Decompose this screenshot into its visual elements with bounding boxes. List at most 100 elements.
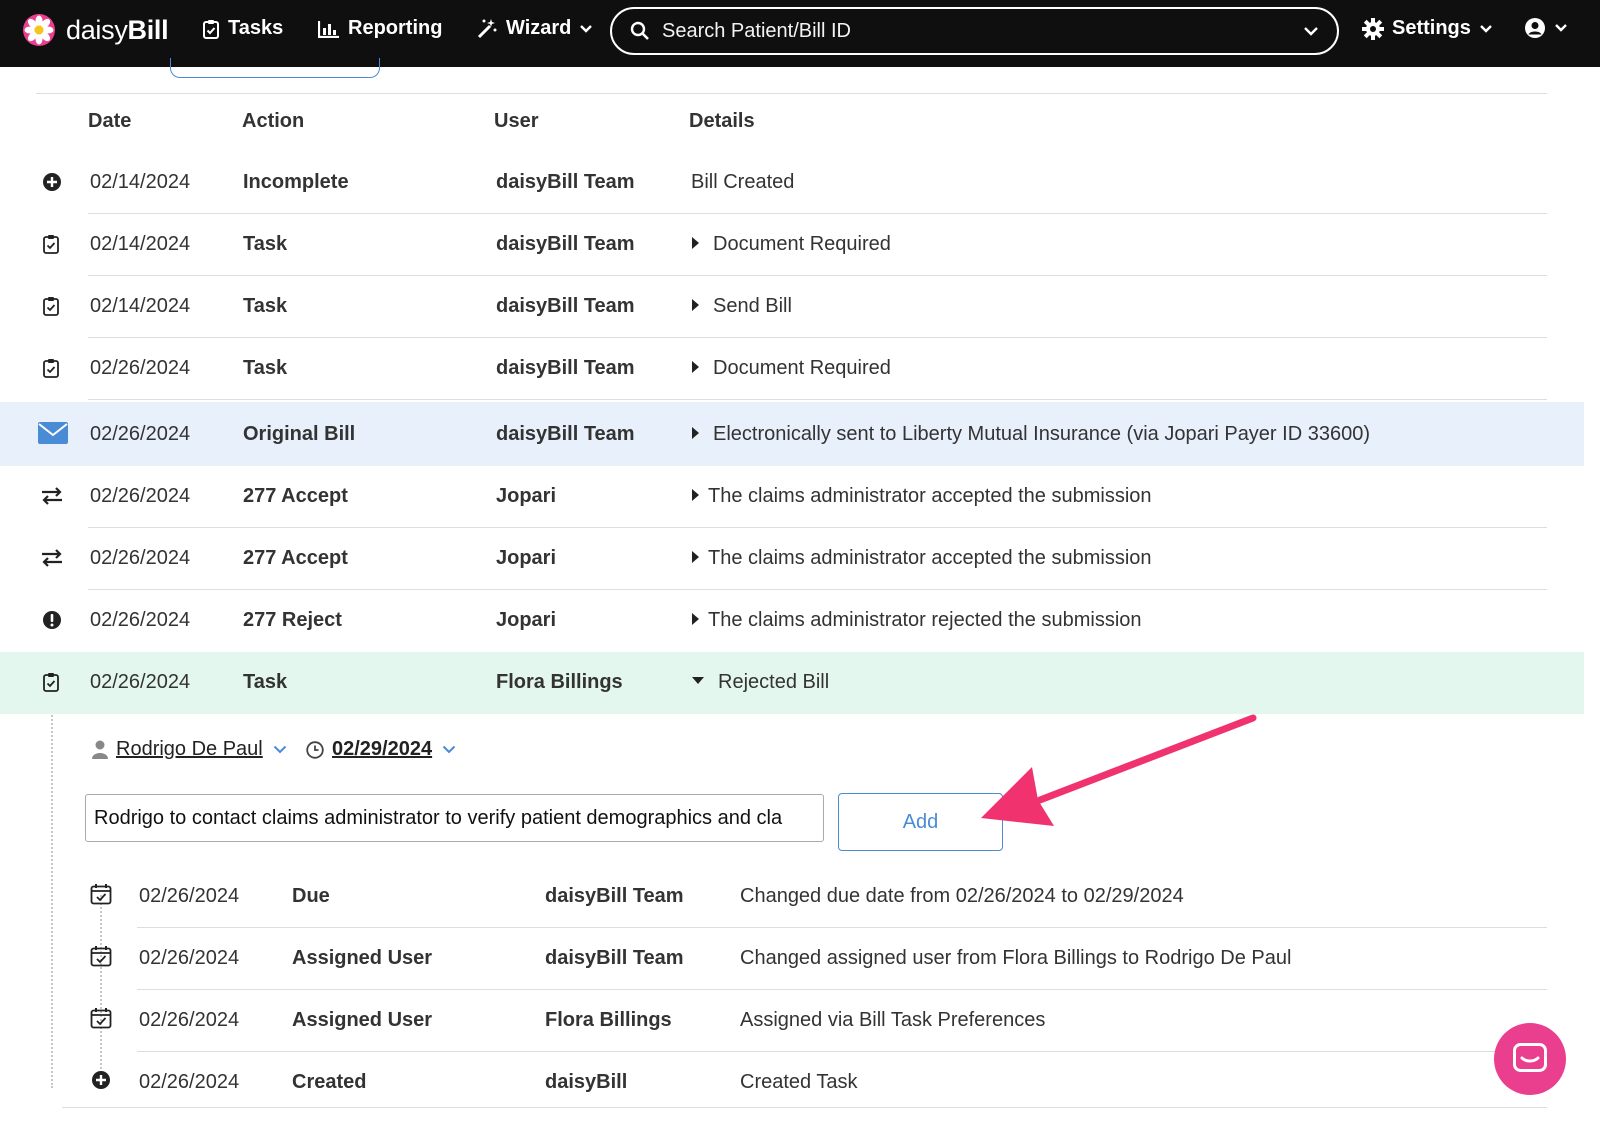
row-user: daisyBill Team [496,295,635,317]
calendar-check-icon [90,945,112,973]
table-row-expanded[interactable]: 02/26/2024 Task Flora Billings Rejected … [0,652,1584,714]
row-details-expander[interactable]: The claims administrator rejected the su… [692,609,1142,632]
history-user: daisyBill [545,1071,628,1093]
row-user: Jopari [496,547,557,569]
nav-tasks[interactable]: Tasks [202,17,283,40]
row-details-expander[interactable]: The claims administrator accepted the su… [692,485,1152,508]
bar-chart-icon [318,20,339,38]
chevron-down-icon [1555,24,1567,32]
row-date: 02/14/2024 [90,295,191,317]
nav-reporting-label: Reporting [348,17,443,39]
exchange-icon [41,548,63,574]
search-placeholder: Search Patient/Bill ID [662,19,851,42]
nav-wizard[interactable]: Wizard [476,17,601,40]
assignee-dropdown[interactable]: Rodrigo De Paul [92,738,287,761]
table-row[interactable]: 02/26/2024 277 Accept Jopari The claims … [0,466,1584,528]
history-action: Assigned User [292,947,433,969]
row-action: Task [243,671,288,693]
daisy-flower-icon [23,14,55,46]
history-action: Assigned User [292,1009,433,1031]
tab-button-edge[interactable] [170,58,380,78]
search-input[interactable]: Search Patient/Bill ID [610,7,1339,55]
calendar-check-icon [90,883,112,911]
task-note-input[interactable] [85,794,824,842]
row-user: Jopari [496,609,557,631]
chevron-down-icon[interactable] [1303,26,1319,36]
task-history-row: 02/26/2024 Assigned User Flora Billings … [85,990,1547,1052]
history-date: 02/26/2024 [139,947,240,969]
task-history-row: 02/26/2024 Created daisyBill Created Tas… [85,1052,1547,1114]
divider [36,93,1547,94]
row-details-expander[interactable]: Rejected Bill [692,671,829,694]
row-details-expander[interactable]: The claims administrator accepted the su… [692,547,1152,570]
row-details: Document Required [713,357,891,379]
row-action: Incomplete [243,171,349,193]
row-date: 02/26/2024 [90,423,191,445]
chat-icon [1513,1043,1547,1072]
row-action: Task [243,357,288,379]
row-details: The claims administrator rejected the su… [708,609,1142,631]
due-date-dropdown[interactable]: 02/29/2024 [306,738,456,761]
search-icon [630,21,649,40]
row-action: 277 Accept [243,547,348,569]
column-header-details[interactable]: Details [689,110,755,133]
history-user: daisyBill Team [545,947,684,969]
column-header-user[interactable]: User [494,110,538,133]
nav-settings[interactable]: Settings [1362,17,1501,40]
clipboard-check-icon [42,358,60,384]
table-row[interactable]: 02/14/2024 Task daisyBill Team Document … [0,214,1584,276]
row-details-expander[interactable]: Document Required [692,233,891,256]
clipboard-check-icon [42,672,60,698]
table-row[interactable]: 02/26/2024 Task daisyBill Team Document … [0,338,1584,400]
assignee-name[interactable]: Rodrigo De Paul [116,738,263,761]
table-row[interactable]: 02/14/2024 Task daisyBill Team Send Bill [0,276,1584,338]
table-row: 02/14/2024 Incomplete daisyBill Team Bil… [0,152,1584,214]
user-icon [92,740,108,759]
row-user: daisyBill Team [496,357,635,379]
envelope-icon [38,422,68,450]
row-user: daisyBill Team [496,171,635,193]
caret-right-icon [692,236,699,249]
history-action: Created [292,1071,367,1093]
history-date: 02/26/2024 [139,1009,240,1031]
user-menu[interactable] [1524,17,1576,39]
nav-reporting[interactable]: Reporting [318,17,442,40]
table-row[interactable]: 02/26/2024 277 Accept Jopari The claims … [0,528,1584,590]
chevron-down-icon [580,24,593,33]
row-user: Flora Billings [496,671,623,693]
history-details: Changed due date from 02/26/2024 to 02/2… [740,885,1184,907]
history-details: Created Task [740,1071,858,1093]
due-date-value[interactable]: 02/29/2024 [332,738,432,761]
task-history-row: 02/26/2024 Due daisyBill Team Changed du… [85,866,1547,928]
history-user: daisyBill Team [545,885,684,907]
top-nav-bar: daisyBill Tasks Reporting Wizard Search … [0,0,1600,67]
row-user: daisyBill Team [496,233,635,255]
chevron-down-icon [273,745,286,754]
row-details: The claims administrator accepted the su… [708,485,1152,507]
row-date: 02/26/2024 [90,671,191,693]
user-circle-icon [1525,18,1545,38]
row-user: Jopari [496,485,557,507]
timeline-connector [51,712,53,1088]
caret-right-icon [692,426,699,439]
row-action: Original Bill [243,423,356,445]
plus-circle-icon [42,172,62,198]
column-header-action[interactable]: Action [242,110,304,133]
clipboard-check-icon [203,19,219,39]
row-date: 02/26/2024 [90,547,191,569]
caret-right-icon [692,360,699,373]
table-row[interactable]: 02/26/2024 277 Reject Jopari The claims … [0,590,1584,652]
table-row-highlighted[interactable]: 02/26/2024 Original Bill daisyBill Team … [0,402,1584,466]
history-date: 02/26/2024 [139,885,240,907]
chat-launcher-button[interactable] [1494,1023,1566,1095]
row-details-expander[interactable]: Electronically sent to Liberty Mutual In… [692,423,1370,446]
column-header-date[interactable]: Date [88,110,131,133]
task-history-row: 02/26/2024 Assigned User daisyBill Team … [85,928,1547,990]
row-details-expander[interactable]: Document Required [692,357,891,380]
brand-logo[interactable]: daisyBill [22,13,169,47]
row-details: Rejected Bill [718,671,830,693]
row-details: Electronically sent to Liberty Mutual In… [713,423,1370,445]
row-details-expander[interactable]: Send Bill [692,295,792,318]
caret-right-icon [692,298,699,311]
add-note-button[interactable]: Add [838,793,1003,851]
